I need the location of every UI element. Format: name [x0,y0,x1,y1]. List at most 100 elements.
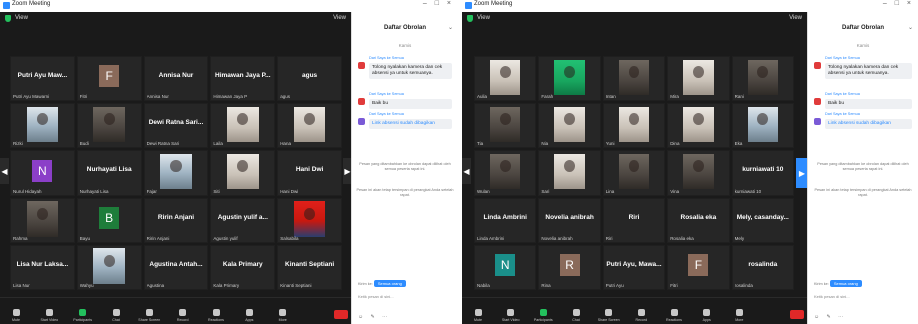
participant-caption: Wahyu [79,283,94,288]
participant-video [618,153,650,190]
view-button[interactable]: View [333,15,346,21]
toolbar-button-share-screen[interactable]: Share Screen [597,309,621,322]
message-text[interactable]: Link absensi sudah dibagikan [369,119,452,129]
participant-tile[interactable]: Novelia anibrah Novelia anibrah [538,197,601,243]
toolbar-button-record[interactable]: Record [171,309,195,322]
participant-tile[interactable]: Agustin yulif a... Agustin yulif [210,197,276,243]
participant-tile[interactable]: N Nabila [474,244,537,290]
participant-tile[interactable]: Sari [538,150,601,196]
participant-tile[interactable]: Annisa Nur Annisa Nur [143,56,209,102]
toolbar-button-more[interactable]: More [271,309,295,322]
participant-tile[interactable]: Hani Dwi Hani Dwi [277,150,342,196]
participant-tile[interactable]: R Rina [538,244,601,290]
participant-caption: Agustin yulif [213,235,238,241]
toolbar-button-reactions[interactable]: Reactions [204,309,228,322]
message-text: Tolong nyalakan kamera dan cek absensi y… [369,63,452,79]
participant-tile[interactable]: Wahyu [76,244,142,290]
participant-tile[interactable]: rosalinda rosalinda [731,244,794,290]
toolbar-button-record[interactable]: Record [629,309,653,322]
participant-tile[interactable]: Ririn Anjani Ririn Anjani [143,197,209,243]
participant-tile[interactable]: Salsabila [277,197,342,243]
toolbar-button-apps[interactable]: Apps [237,309,261,322]
participant-name-display: Novelia anibrah [545,213,594,221]
send-to-dropdown[interactable]: Semua orang [829,280,862,287]
participant-tile[interactable]: kurniawati 10 kurniawati 10 [731,150,794,196]
end-meeting-button[interactable] [790,310,804,319]
participant-tile[interactable]: Rizki [10,103,75,149]
participant-tile[interactable]: Kala Primary Kala Primary [210,244,276,290]
participant-tile[interactable]: Laila [210,103,276,149]
toolbar-button-reactions[interactable]: Reactions [662,309,686,322]
participant-tile[interactable]: Lisa Nur Laksa... Lisa Nur [10,244,75,290]
view-button[interactable]: View [789,15,802,21]
toolbar-button-microphone[interactable]: Mute [466,309,490,322]
prev-page-arrow-icon[interactable]: ◀ [462,158,471,184]
participant-tile[interactable]: B Bayu [76,197,142,243]
participant-tile[interactable]: Fajar [143,150,209,196]
participant-tile[interactable]: F Fitri [667,244,730,290]
participant-caption: Lisa Nur [13,283,30,288]
participant-tile[interactable]: Intan [602,56,666,102]
chat-input[interactable]: Ketik pesan di sini... [358,294,452,299]
toolbar-button-participants[interactable]: Participants [71,309,95,322]
participant-tile[interactable]: Tia [474,103,537,149]
chat-panel-chevron-icon[interactable]: ⌄ [908,24,913,31]
participant-tile[interactable]: Riri Riri [602,197,666,243]
participant-tile[interactable]: Rahma [10,197,75,243]
window-controls[interactable]: – □ × [423,0,454,7]
message-text[interactable]: Link absensi sudah dibagikan [825,119,912,129]
participant-tile[interactable]: Farah [538,56,601,102]
security-shield-icon[interactable] [467,15,473,22]
participant-tile[interactable]: Budi [76,103,142,149]
participant-tile[interactable]: Mely, casanday... Mely [731,197,794,243]
toolbar-button-more[interactable]: More [727,309,751,322]
participant-video [683,153,714,190]
chat-input[interactable]: Ketik pesan di sini... [814,294,912,299]
prev-page-arrow-icon[interactable]: ◀ [0,158,9,184]
participant-tile[interactable]: Wulan [474,150,537,196]
participant-tile[interactable]: Mira [667,56,730,102]
participant-tile[interactable]: Agustina Antah... Agustina [143,244,209,290]
participant-tile[interactable]: N Nurul Hidayah [10,150,75,196]
share-screen-icon [605,309,613,316]
meeting-info[interactable]: View [15,15,28,21]
toolbar-button-participants[interactable]: Participants [531,309,555,322]
participant-tile[interactable]: Putri Ayu Maw... Putri Ayu Mawarni [10,56,75,102]
participant-tile[interactable]: Rosalia eka Rosalia eka [667,197,730,243]
toolbar-button-share-screen[interactable]: Share Screen [137,309,161,322]
end-meeting-button[interactable] [334,310,348,319]
meeting-info[interactable]: View [477,15,490,21]
participant-caption: Rani [734,94,744,100]
participant-tile[interactable]: Hana [277,103,342,149]
participant-tile[interactable]: Eka [731,103,794,149]
toolbar-button-chat[interactable]: Chat [104,309,128,322]
participant-tile[interactable]: Rani [731,56,794,102]
toolbar-button-apps[interactable]: Apps [695,309,719,322]
participant-tile[interactable]: Aulia [474,56,537,102]
chat-tool-icons[interactable]: ☺ ✎ ⋯ [358,314,390,320]
toolbar-button-video[interactable]: Start Video [37,309,61,322]
toolbar-button-chat[interactable]: Chat [564,309,588,322]
participant-tile[interactable]: Vina [667,150,730,196]
participant-tile[interactable]: Dewi Ratna Sari... Dewi Ratna Sari [143,103,209,149]
participant-tile[interactable]: Linda Ambrini Linda Ambrini [474,197,537,243]
participant-tile[interactable]: Lina [602,150,666,196]
chat-tool-icons[interactable]: ☺ ✎ ⋯ [814,314,846,320]
participant-tile[interactable]: Putri Ayu, Mawa... Putri Ayu [602,244,666,290]
window-controls[interactable]: – □ × [883,0,914,7]
participant-tile[interactable]: agus agus [277,56,342,102]
security-shield-icon[interactable] [5,15,11,22]
participant-tile[interactable]: Nurhayati Lisa Nurhayati Lisa [76,150,142,196]
participant-tile[interactable]: Yuni [602,103,666,149]
participant-tile[interactable]: Siti [210,150,276,196]
toolbar-button-microphone[interactable]: Mute [4,309,28,322]
participant-tile[interactable]: Dina [667,103,730,149]
participant-tile[interactable]: Himawan Jaya P... Himawan Jaya P [210,56,276,102]
toolbar-button-video[interactable]: Start Video [499,309,523,322]
send-to-dropdown[interactable]: Semua orang [373,280,406,287]
chat-panel-chevron-icon[interactable]: ⌄ [448,24,453,31]
participant-tile[interactable]: F Fitri [76,56,142,102]
participant-tile[interactable]: Nia [538,103,601,149]
participant-tile[interactable]: Kinanti Septiani Kinanti Septiani [277,244,342,290]
record-icon [179,309,187,316]
